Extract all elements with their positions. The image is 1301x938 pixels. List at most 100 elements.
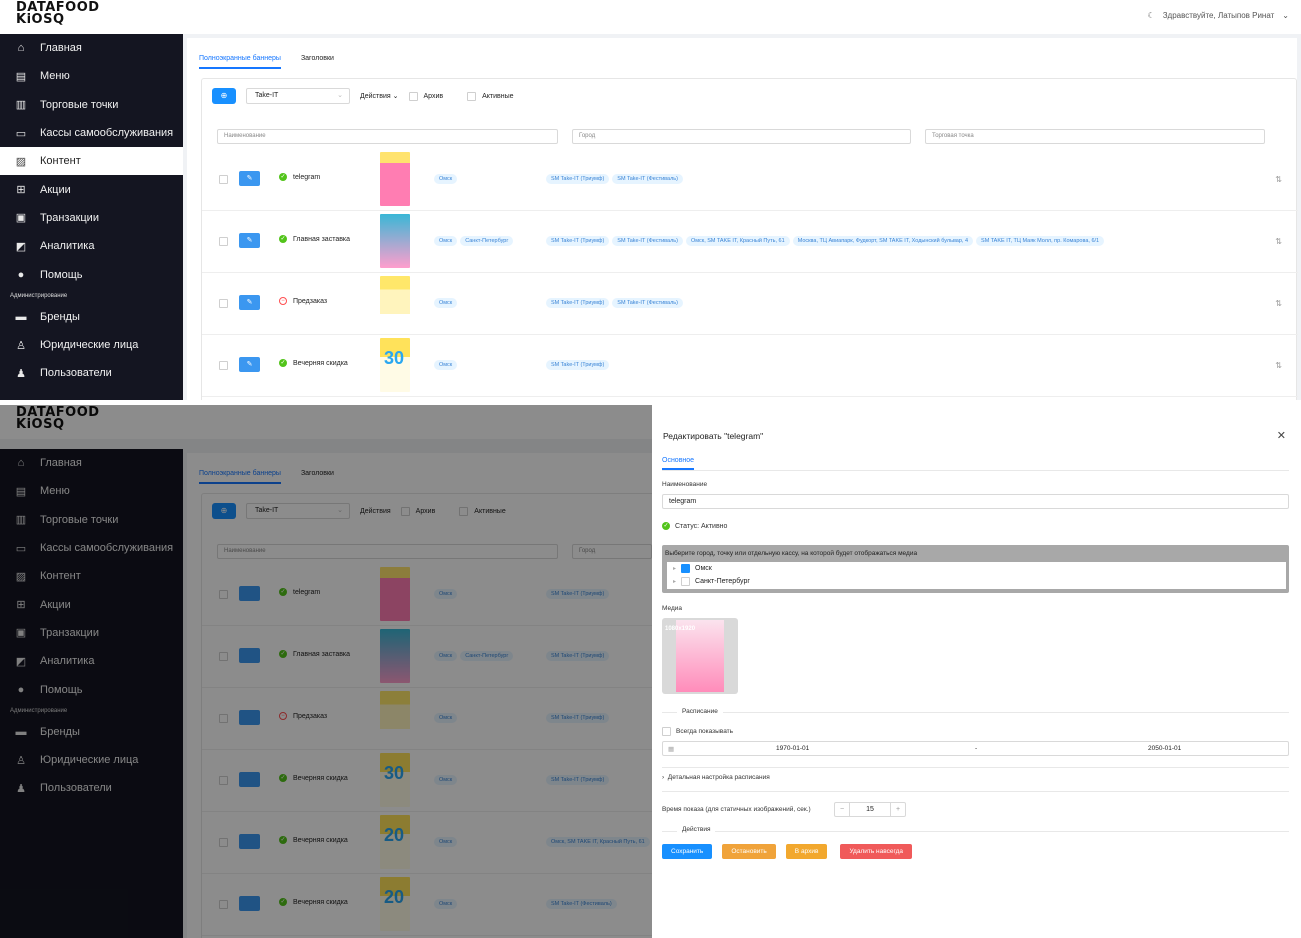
row-checkbox[interactable] (219, 361, 228, 370)
row-checkbox[interactable] (219, 237, 228, 246)
user-greeting[interactable]: Здравствуйте, Латыпов Ринат (1163, 11, 1275, 20)
point-tag: SM Take-IT (Триумф) (546, 236, 610, 246)
drag-handle-icon[interactable]: ⇅ (1275, 299, 1282, 308)
logo[interactable]: DATAFOOD KiOSQ (16, 1, 100, 26)
schedule-section-title: Расписание (677, 708, 723, 715)
date-from[interactable]: 1970-01-01 (776, 745, 809, 752)
banner-thumbnail[interactable] (380, 152, 410, 206)
point-tag: Москва, ТЦ Авиапарк, Фудкорт, SM TAKE IT… (792, 236, 974, 246)
banner-thumbnail[interactable] (380, 214, 410, 268)
checkbox[interactable] (681, 564, 691, 573)
status-active-icon: ✓ (279, 359, 287, 367)
table-row[interactable]: ✎ ✓ Главная заставка Омск Санкт-Петербург … (202, 211, 1298, 273)
content-page-screen: DATAFOOD KiOSQ ☾ Здравствуйте, Латыпов Ри… (0, 0, 1301, 400)
add-button[interactable]: ⊕ (212, 88, 236, 104)
filters: Наименование Город Торговая точка (217, 129, 1265, 144)
always-show-checkbox[interactable]: Всегда показывать (662, 727, 733, 736)
brand-select[interactable]: Take-IT ⌄ (246, 88, 350, 104)
sidebar-item-users[interactable]: ♟ Пользователи (0, 359, 183, 387)
table-row[interactable]: ✎ ✓ Вечерняя скидка 30 Омск SM Take-IT (Т… (202, 335, 1298, 397)
tab-basic[interactable]: Основное (662, 457, 695, 470)
duration-value[interactable]: 15 (849, 803, 891, 816)
archive-button[interactable]: В архив (785, 844, 828, 859)
table-row[interactable]: ✎ ✓ telegram Омск SM Take-IT (Триумф) SM T… (202, 149, 1298, 211)
city-tag: Омск (434, 174, 458, 184)
sidebar-item-stores[interactable]: ▥ Торговые точки (0, 91, 183, 119)
drag-handle-icon[interactable]: ⇅ (1275, 361, 1282, 370)
point-tag: SM TAKE IT, ТЦ Маяк Молл, пр. Комарова, … (976, 236, 1105, 246)
tab-fullscreen-banners[interactable]: Полноэкранные баннеры (199, 55, 281, 69)
modal-overlay[interactable] (0, 405, 652, 938)
sidebar-item-analytics[interactable]: ◩ Аналитика (0, 232, 183, 260)
caret-right-icon[interactable]: ▸ (673, 565, 676, 572)
tree-node-omsk[interactable]: ▸ Омск (667, 562, 1286, 575)
banner-thumbnail[interactable] (380, 276, 410, 330)
active-checkbox[interactable]: Активные (467, 91, 514, 101)
drawer-title: Редактировать "telegram" (663, 431, 764, 441)
date-range-picker[interactable]: ▦ 1970-01-01 - 2050-01-01 (662, 741, 1289, 756)
status-label: ✓ Статус: Активно (662, 522, 728, 530)
save-button[interactable]: Сохранить (662, 844, 713, 859)
name-filter-input[interactable]: Наименование (217, 129, 558, 144)
actions-dropdown[interactable]: Действия ⌄ (360, 92, 399, 100)
person-icon: ♟ (16, 367, 26, 380)
row-checkbox[interactable] (219, 299, 228, 308)
delete-button[interactable]: Удалить навсегда (840, 844, 912, 859)
plus-circle-icon: ⊕ (220, 91, 228, 100)
archive-checkbox[interactable]: Архив (408, 91, 443, 101)
tab-headers[interactable]: Заголовки (301, 55, 334, 69)
gift-icon: ⊞ (16, 184, 26, 197)
city-tag: Санкт-Петербург (460, 236, 514, 246)
caret-right-icon[interactable]: ▸ (673, 578, 676, 585)
edit-button[interactable]: ✎ (239, 171, 260, 186)
checkbox[interactable] (681, 577, 691, 586)
sidebar-item-transactions[interactable]: ▣ Транзакции (0, 204, 183, 232)
sidebar-item-kiosks[interactable]: ▭ Кассы самообслуживания (0, 119, 183, 147)
sidebar-item-brands[interactable]: ▬ Бренды (0, 303, 183, 331)
action-buttons: Сохранить Остановить В архив Удалить нав… (662, 844, 912, 859)
person-outline-icon: ♙ (16, 339, 26, 352)
sidebar-item-home[interactable]: ⌂ Главная (0, 34, 183, 62)
media-label: Медиа (662, 605, 682, 612)
menu-book-icon: ▤ (15, 70, 27, 83)
sidebar-item-help[interactable]: ● Помощь (0, 260, 183, 288)
tabs: Полноэкранные баннеры Заголовки (199, 55, 334, 69)
drag-handle-icon[interactable]: ⇅ (1275, 175, 1282, 184)
name-input[interactable]: telegram (662, 494, 1289, 509)
row-name: telegram (293, 173, 321, 181)
date-to[interactable]: 2050-01-01 (1148, 745, 1181, 752)
edit-button[interactable]: ✎ (239, 233, 260, 248)
table-row[interactable]: ✎ − Предзаказ Омск SM Take-IT (Триумф) SM … (202, 273, 1298, 335)
plus-button[interactable]: + (891, 803, 905, 816)
moon-icon[interactable]: ☾ (1148, 11, 1155, 20)
point-filter-input[interactable]: Торговая точка (925, 129, 1265, 144)
status-active-icon: ✓ (279, 235, 287, 243)
sidebar-item-promos[interactable]: ⊞ Акции (0, 175, 183, 203)
minus-button[interactable]: − (835, 803, 849, 816)
point-tag: SM Take-IT (Фестиваль) (612, 298, 683, 308)
toolbar: ⊕ Take-IT ⌄ Действия ⌄ Архив Активные (212, 88, 514, 104)
duration-stepper[interactable]: − 15 + (834, 802, 906, 817)
drag-handle-icon[interactable]: ⇅ (1275, 237, 1282, 246)
chevron-down-icon: ⌄ (392, 93, 399, 100)
row-checkbox[interactable] (219, 175, 228, 184)
edit-button[interactable]: ✎ (239, 357, 260, 372)
stop-button[interactable]: Остановить (722, 844, 776, 859)
sidebar-item-content[interactable]: ▨ Контент (0, 147, 183, 176)
calendar-icon: ▦ (668, 746, 675, 753)
tree-node-spb[interactable]: ▸ Санкт-Петербург (667, 575, 1286, 588)
divider (662, 791, 1289, 792)
edit-button[interactable]: ✎ (239, 295, 260, 310)
sidebar-item-menu[interactable]: ▤ Меню (0, 62, 183, 90)
city-filter-input[interactable]: Город (572, 129, 911, 144)
sidebar-item-legal[interactable]: ♙ Юридические лица (0, 331, 183, 359)
banners-panel: ⊕ Take-IT ⌄ Действия ⌄ Архив Активные Наи… (201, 78, 1298, 400)
chevron-down-icon[interactable]: ⌄ (1282, 11, 1289, 20)
help-icon: ● (17, 268, 25, 281)
detailed-schedule-toggle[interactable]: › Детальная настройка расписания (662, 774, 770, 781)
banner-thumbnail[interactable]: 30 (380, 338, 410, 392)
media-preview[interactable]: 1080x1920 (662, 618, 738, 694)
close-icon[interactable]: ✕ (1277, 429, 1286, 442)
monitor-icon: ▭ (15, 127, 27, 140)
user-menu[interactable]: ☾ Здравствуйте, Латыпов Ринат ⌄ (1148, 11, 1289, 20)
